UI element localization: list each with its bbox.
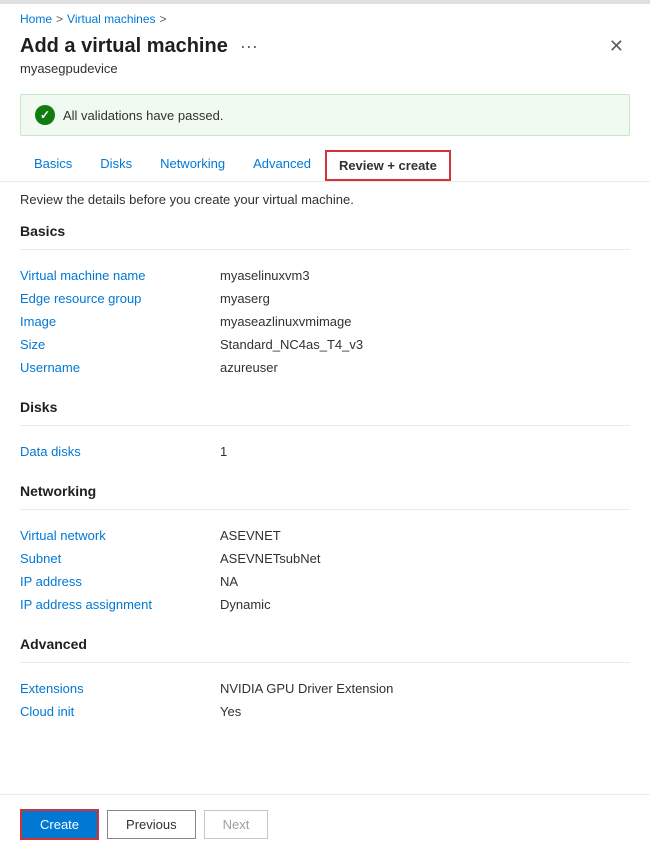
field-cloud-init: Cloud init Yes: [20, 700, 630, 723]
field-username-label: Username: [20, 360, 220, 375]
section-networking: Networking Virtual network ASEVNET Subne…: [20, 483, 630, 616]
tab-disks[interactable]: Disks: [86, 148, 146, 181]
section-advanced-title: Advanced: [20, 636, 630, 652]
section-networking-title: Networking: [20, 483, 630, 499]
tab-review-create[interactable]: Review + create: [325, 150, 451, 181]
field-virtual-network: Virtual network ASEVNET: [20, 524, 630, 547]
breadcrumb-sep1: >: [56, 12, 63, 26]
field-virtual-network-value: ASEVNET: [220, 528, 281, 543]
footer: Create Previous Next: [0, 794, 650, 854]
field-edge-rg-value: myaserg: [220, 291, 270, 306]
disks-divider: [20, 425, 630, 426]
field-ip-assignment-value: Dynamic: [220, 597, 271, 612]
close-button[interactable]: ✕: [603, 34, 630, 59]
validation-message: All validations have passed.: [63, 108, 223, 123]
field-size-label: Size: [20, 337, 220, 352]
field-vm-name-label: Virtual machine name: [20, 268, 220, 283]
main-content: Basics Virtual machine name myaselinuxvm…: [0, 223, 650, 723]
page-subtitle: myasegpudevice: [0, 61, 650, 86]
field-extensions-label: Extensions: [20, 681, 220, 696]
tab-advanced[interactable]: Advanced: [239, 148, 325, 181]
field-image: Image myaseazlinuxvmimage: [20, 310, 630, 333]
section-basics-title: Basics: [20, 223, 630, 239]
field-vm-name-value: myaselinuxvm3: [220, 268, 310, 283]
breadcrumb-virtual-machines[interactable]: Virtual machines: [67, 12, 156, 26]
page-header: Add a virtual machine ··· ✕: [0, 30, 650, 61]
field-extensions-value: NVIDIA GPU Driver Extension: [220, 681, 393, 696]
section-advanced: Advanced Extensions NVIDIA GPU Driver Ex…: [20, 636, 630, 723]
title-area: Add a virtual machine ···: [20, 34, 262, 59]
next-button[interactable]: Next: [204, 810, 269, 839]
section-disks: Disks Data disks 1: [20, 399, 630, 463]
section-basics: Basics Virtual machine name myaselinuxvm…: [20, 223, 630, 379]
field-ip-assignment: IP address assignment Dynamic: [20, 593, 630, 616]
field-username-value: azureuser: [220, 360, 278, 375]
field-cloud-init-value: Yes: [220, 704, 241, 719]
breadcrumb: Home > Virtual machines >: [0, 4, 650, 30]
field-username: Username azureuser: [20, 356, 630, 379]
tab-bar: Basics Disks Networking Advanced Review …: [0, 148, 650, 182]
field-data-disks-label: Data disks: [20, 444, 220, 459]
validation-banner: All validations have passed.: [20, 94, 630, 136]
ellipsis-button[interactable]: ···: [236, 34, 262, 59]
breadcrumb-sep2: >: [160, 12, 167, 26]
page-title: Add a virtual machine: [20, 35, 228, 58]
field-vm-name: Virtual machine name myaselinuxvm3: [20, 264, 630, 287]
field-edge-rg: Edge resource group myaserg: [20, 287, 630, 310]
advanced-divider: [20, 662, 630, 663]
section-disks-title: Disks: [20, 399, 630, 415]
field-subnet-value: ASEVNETsubNet: [220, 551, 320, 566]
field-size: Size Standard_NC4as_T4_v3: [20, 333, 630, 356]
previous-button[interactable]: Previous: [107, 810, 196, 839]
basics-divider: [20, 249, 630, 250]
field-image-label: Image: [20, 314, 220, 329]
validation-check-icon: [35, 105, 55, 125]
create-button[interactable]: Create: [20, 809, 99, 840]
field-cloud-init-label: Cloud init: [20, 704, 220, 719]
field-data-disks-value: 1: [220, 444, 227, 459]
field-size-value: Standard_NC4as_T4_v3: [220, 337, 363, 352]
field-virtual-network-label: Virtual network: [20, 528, 220, 543]
tab-basics[interactable]: Basics: [20, 148, 86, 181]
field-ip-address-label: IP address: [20, 574, 220, 589]
tab-networking[interactable]: Networking: [146, 148, 239, 181]
field-subnet: Subnet ASEVNETsubNet: [20, 547, 630, 570]
field-subnet-label: Subnet: [20, 551, 220, 566]
field-edge-rg-label: Edge resource group: [20, 291, 220, 306]
field-ip-assignment-label: IP address assignment: [20, 597, 220, 612]
tab-description: Review the details before you create you…: [0, 182, 650, 223]
field-ip-address: IP address NA: [20, 570, 630, 593]
field-extensions: Extensions NVIDIA GPU Driver Extension: [20, 677, 630, 700]
field-image-value: myaseazlinuxvmimage: [220, 314, 352, 329]
field-ip-address-value: NA: [220, 574, 238, 589]
breadcrumb-home[interactable]: Home: [20, 12, 52, 26]
networking-divider: [20, 509, 630, 510]
field-data-disks: Data disks 1: [20, 440, 630, 463]
